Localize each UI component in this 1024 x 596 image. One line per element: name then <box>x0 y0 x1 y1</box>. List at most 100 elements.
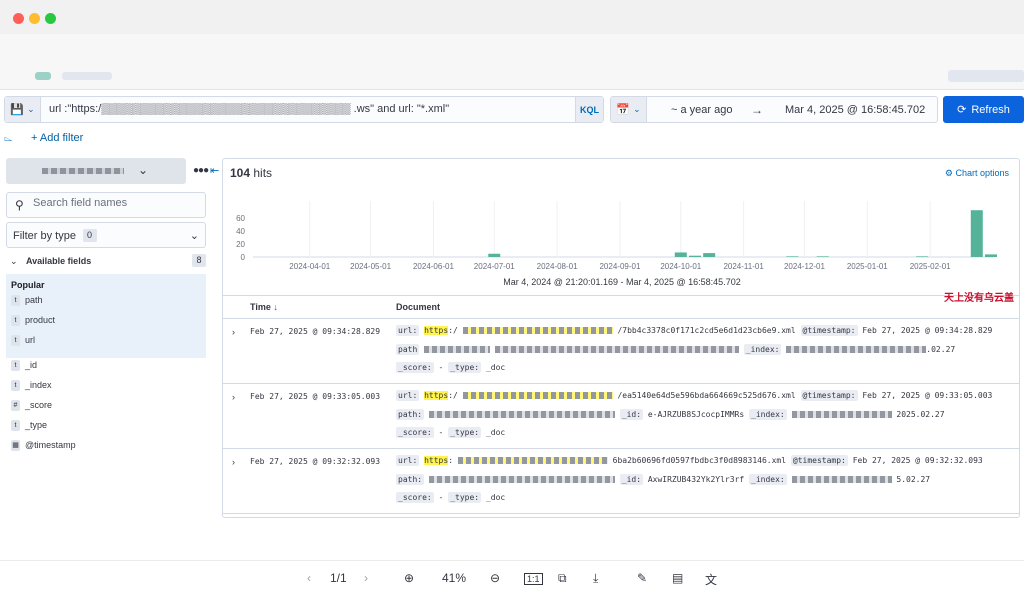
field-item-id[interactable]: t _id <box>11 359 201 373</box>
url-suffix: 6ba2b60696fd0597fbdbc3f0d8983146.xml <box>612 456 787 465</box>
table-header: Time ↓ Document <box>223 295 1019 319</box>
field-item-timestamp[interactable]: ▦ @timestamp <box>11 439 201 453</box>
string-type-icon: t <box>11 360 20 371</box>
x-tick-label: 2025-02-01 <box>910 262 951 271</box>
redacted-value <box>791 476 892 483</box>
popular-label: Popular <box>11 280 45 290</box>
date-type-icon: ▦ <box>11 440 20 451</box>
field-name: url <box>25 335 36 345</box>
url-protocol: https <box>424 326 449 335</box>
timestamp-value: Feb 27, 2025 @ 09:34:28.829 <box>862 326 993 335</box>
string-type-icon: t <box>11 295 20 306</box>
doc-line: _score: - _type: _doc <box>396 362 505 373</box>
field-item-path[interactable]: t path <box>11 294 201 308</box>
field-search[interactable]: ⚲ <box>6 192 206 218</box>
chart-options-button[interactable]: ⚙ Chart options <box>945 168 1009 179</box>
add-filter-link[interactable]: + Add filter <box>31 132 83 144</box>
x-tick-label: 2024-08-01 <box>537 262 578 271</box>
url-protocol: https <box>424 456 449 465</box>
zoom-in-icon[interactable]: ⊕ <box>404 571 414 585</box>
minimize-window-button[interactable] <box>29 13 40 24</box>
refresh-label: Refresh <box>971 103 1010 116</box>
header-breadcrumb <box>62 72 112 80</box>
field-search-input[interactable] <box>33 197 201 209</box>
data-view-selector[interactable]: ⌄ <box>6 158 186 184</box>
field-key-type: _type: <box>448 492 482 503</box>
header-action <box>948 70 1024 82</box>
field-name: _index <box>25 380 52 390</box>
download-icon[interactable]: ⤓ <box>593 571 598 586</box>
table-row[interactable]: › Feb 27, 2025 @ 09:33:05.003 url: https… <box>223 384 1019 449</box>
doc-line: url: https:/ /7bb4c3378c0f171c2cd5e6d1d2… <box>396 325 993 336</box>
score-value: - <box>438 428 444 437</box>
timestamp-value: Feb 27, 2025 @ 09:32:32.093 <box>852 456 983 465</box>
x-tick-label: 2024-09-01 <box>599 262 640 271</box>
table-row[interactable]: › Feb 27, 2025 @ 09:34:28.829 url: https… <box>223 319 1019 384</box>
field-key-index: _index: <box>743 344 782 355</box>
url-protocol: https <box>424 391 449 400</box>
close-window-button[interactable] <box>13 13 24 24</box>
doc-line: _score: - _type: _doc <box>396 427 505 438</box>
doc-line: _score: - _type: _doc <box>396 492 505 503</box>
field-key-score: _score: <box>396 492 434 503</box>
filter-count-badge: 0 <box>83 229 97 242</box>
saved-query-button[interactable]: 💾 ⌄ <box>5 97 41 122</box>
text-extract-icon[interactable]: ▤ <box>672 571 683 585</box>
collapse-sidebar-icon[interactable]: ⇤ <box>210 164 219 177</box>
query-input[interactable]: 💾 ⌄ url :"https:/▒▒▒▒▒▒▒▒▒▒▒▒▒▒▒▒▒▒▒▒▒▒▒▒… <box>4 96 604 123</box>
annotate-icon[interactable]: ✎ <box>637 571 647 585</box>
field-item-product[interactable]: t product <box>11 314 201 328</box>
filter-by-type-label: Filter by type <box>13 230 76 242</box>
query-bar: 💾 ⌄ url :"https:/▒▒▒▒▒▒▒▒▒▒▒▒▒▒▒▒▒▒▒▒▒▒▒▒… <box>0 96 1024 124</box>
date-end[interactable]: Mar 4, 2025 @ 16:58:45.702 <box>785 104 925 116</box>
field-item-index[interactable]: t _index <box>11 379 201 393</box>
available-fields-toggle[interactable]: ⌄ Available fields 8 <box>6 254 206 270</box>
field-key-index: _index: <box>749 474 787 485</box>
time-column-header[interactable]: Time ↓ <box>250 302 278 312</box>
filter-icon[interactable]: ⌳ <box>4 132 13 145</box>
histogram-bar <box>970 210 983 257</box>
query-language-button[interactable]: KQL <box>575 97 603 122</box>
histogram-bar <box>488 253 501 257</box>
quick-select-button[interactable]: 📅 ⌄ <box>611 97 647 122</box>
translate-icon[interactable]: 文 <box>705 571 717 588</box>
date-start[interactable]: ~ a year ago <box>671 104 732 116</box>
score-value: - <box>438 493 444 502</box>
hits-count: 104 hits <box>230 166 272 180</box>
expand-row-icon[interactable]: › <box>232 327 235 337</box>
histogram-bar <box>688 255 701 257</box>
field-key-index: _index: <box>749 409 787 420</box>
string-type-icon: t <box>11 420 20 431</box>
zoom-out-icon[interactable]: ⊖ <box>490 571 500 585</box>
available-count-badge: 8 <box>192 254 206 267</box>
actual-size-icon[interactable]: 1:1 <box>524 573 543 585</box>
rotate-icon[interactable]: ⧉ <box>558 571 567 586</box>
histogram-bar <box>984 254 997 257</box>
field-key-path: path: <box>396 474 425 485</box>
more-options-icon[interactable]: ●●● <box>193 165 209 176</box>
y-tick-label: 0 <box>241 253 246 262</box>
expand-row-icon[interactable]: › <box>232 457 235 467</box>
table-row[interactable]: › Feb 27, 2025 @ 09:32:32.093 url: https… <box>223 449 1019 514</box>
chevron-down-icon: ⌄ <box>138 163 149 177</box>
arrow-right-icon: → <box>751 103 763 117</box>
date-picker[interactable]: 📅 ⌄ ~ a year ago → Mar 4, 2025 @ 16:58:45… <box>610 96 938 123</box>
query-text[interactable]: url :"https:/▒▒▒▒▒▒▒▒▒▒▒▒▒▒▒▒▒▒▒▒▒▒▒▒▒▒▒… <box>49 103 569 115</box>
row-time: Feb 27, 2025 @ 09:32:32.093 <box>250 457 381 466</box>
redacted-value <box>791 411 892 418</box>
filter-row: ⌳ + Add filter <box>0 130 200 146</box>
prev-page-icon[interactable]: ‹ <box>307 571 311 585</box>
filter-by-type-button[interactable]: Filter by type 0 ⌄ <box>6 222 206 248</box>
field-name: path <box>25 295 43 305</box>
histogram-bar <box>786 256 799 257</box>
field-item-url[interactable]: t url <box>11 334 201 348</box>
string-type-icon: t <box>11 335 20 346</box>
next-page-icon[interactable]: › <box>364 571 368 585</box>
field-item-score[interactable]: # _score <box>11 399 201 413</box>
zoom-window-button[interactable] <box>45 13 56 24</box>
refresh-button[interactable]: ⟳ Refresh <box>943 96 1024 123</box>
expand-row-icon[interactable]: › <box>232 392 235 402</box>
x-tick-label: 2024-06-01 <box>413 262 454 271</box>
window-titlebar <box>0 0 1024 34</box>
field-item-type[interactable]: t _type <box>11 419 201 433</box>
